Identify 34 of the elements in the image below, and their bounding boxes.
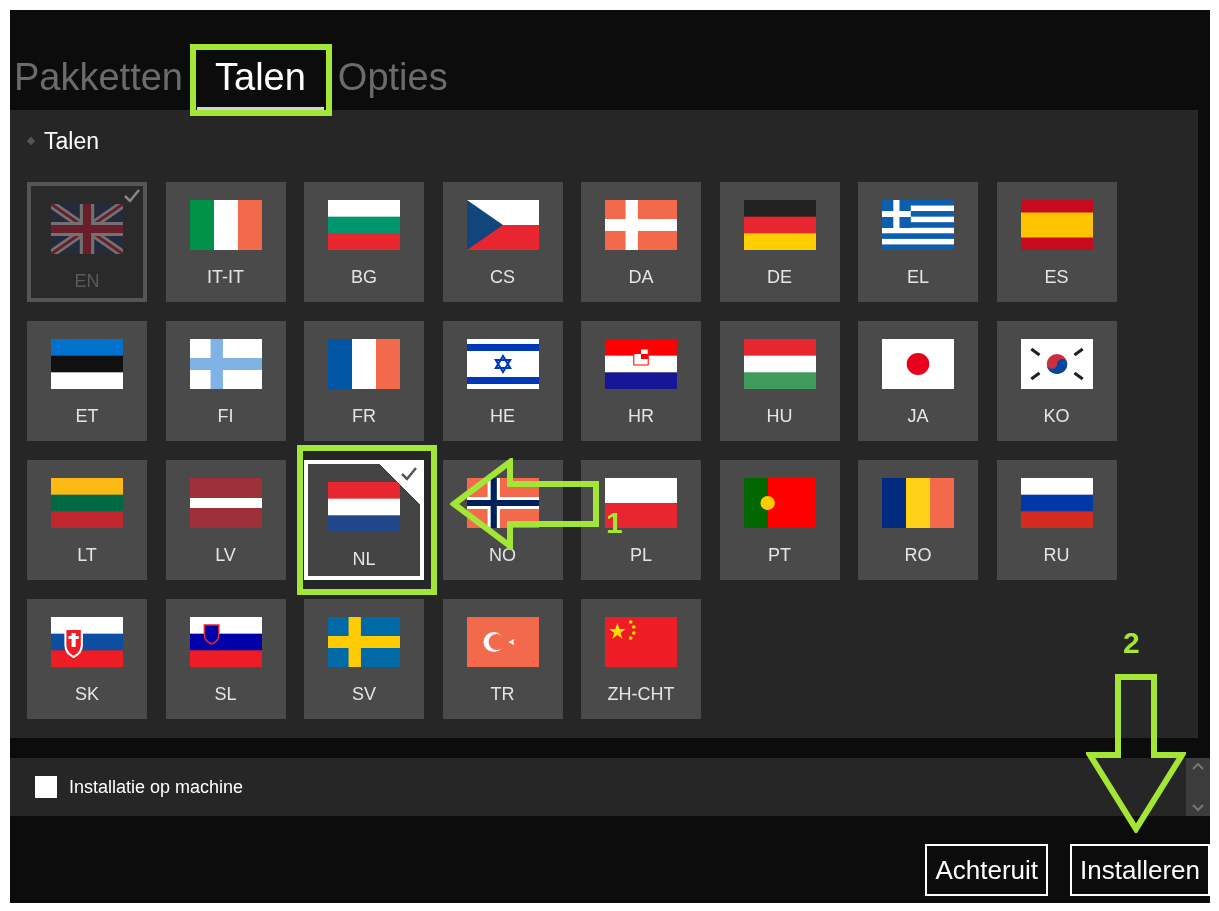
checkbox-label[interactable]: Installatie op machine xyxy=(69,773,244,801)
language-tile[interactable]: SL xyxy=(165,599,286,719)
language-tile[interactable]: HE xyxy=(442,321,563,441)
language-tile[interactable]: LV xyxy=(165,460,286,580)
language-tile[interactable]: KO xyxy=(996,321,1117,441)
language-tile[interactable]: NL xyxy=(304,460,424,580)
language-tile[interactable]: RU xyxy=(996,460,1117,580)
action-button[interactable]: Installeren xyxy=(1070,844,1210,896)
language-tile[interactable]: ES xyxy=(996,182,1117,302)
language-tile[interactable]: EL xyxy=(858,182,978,302)
language-tile[interactable]: DA xyxy=(581,182,701,302)
language-tile[interactable]: DE xyxy=(719,182,840,302)
action-button[interactable]: Achteruit xyxy=(925,844,1049,896)
language-tile[interactable]: LT xyxy=(27,460,147,580)
step-number: 2 xyxy=(1123,628,1140,658)
language-tile[interactable]: BG xyxy=(304,182,424,302)
tab[interactable]: Pakketten xyxy=(14,53,183,110)
language-tile[interactable]: IT-IT xyxy=(165,182,286,302)
tab[interactable]: Talen xyxy=(197,53,324,110)
language-tile[interactable]: SV xyxy=(304,599,424,719)
language-tile[interactable]: RO xyxy=(858,460,978,580)
language-tile[interactable]: ZH-CHT xyxy=(581,599,701,719)
language-tile[interactable]: TR xyxy=(442,599,563,719)
language-tile[interactable]: SK xyxy=(27,599,147,719)
section-title: Talen xyxy=(44,126,99,156)
language-tile[interactable]: ET xyxy=(27,321,147,441)
language-tile[interactable]: JA xyxy=(858,321,978,441)
language-tile[interactable]: HR xyxy=(581,321,701,441)
language-tile[interactable]: PT xyxy=(719,460,840,580)
language-tile[interactable]: FR xyxy=(304,321,424,441)
language-tile[interactable]: CS xyxy=(442,182,563,302)
language-tile[interactable]: FI xyxy=(165,321,286,441)
language-tile[interactable]: HU xyxy=(719,321,840,441)
tab[interactable]: Opties xyxy=(337,53,448,110)
